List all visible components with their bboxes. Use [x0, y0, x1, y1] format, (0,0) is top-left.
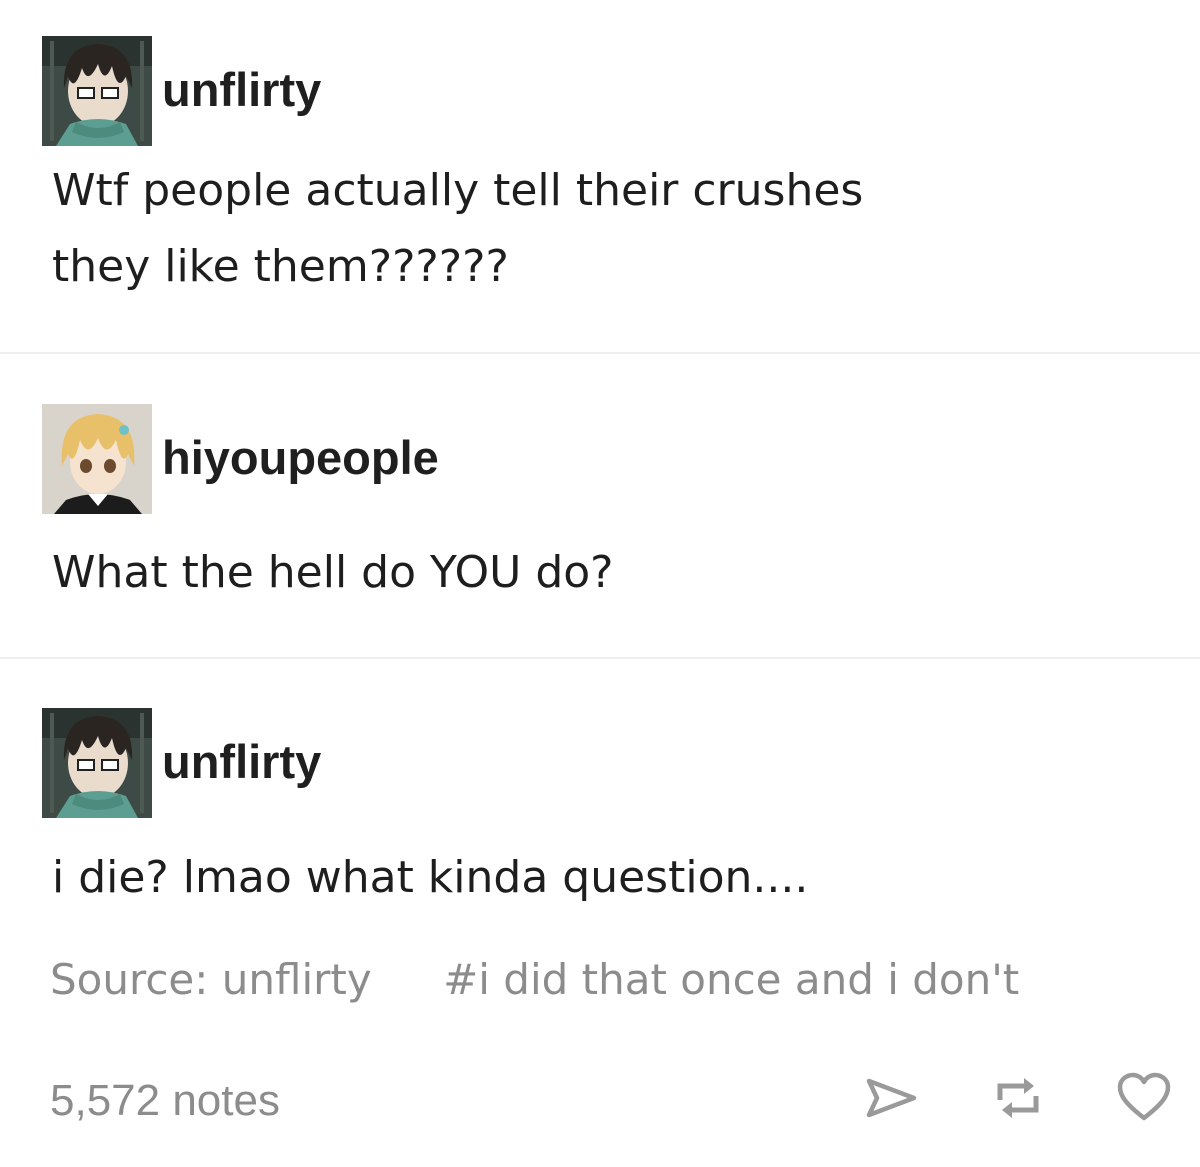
post-text: What the hell do YOU do?: [52, 535, 614, 611]
username[interactable]: hiyoupeople: [162, 434, 439, 481]
source-link[interactable]: Source: unflirty: [50, 955, 372, 1004]
reblog-icon: [997, 1078, 1039, 1118]
like-button[interactable]: [1116, 1070, 1172, 1126]
post-text: i die? lmao what kinda question....: [52, 840, 808, 916]
divider: [0, 352, 1200, 354]
blonde-anime-avatar-icon: [42, 404, 152, 514]
post-actions: [794, 1070, 1172, 1126]
source-tags-row: Source: unflirty #i did that once and i …: [50, 955, 1200, 1004]
dark-haired-anime-avatar-icon: [42, 708, 152, 818]
post-3-header: unflirty: [42, 708, 321, 818]
dark-haired-anime-avatar-icon: [42, 36, 152, 146]
heart-icon: [1117, 1072, 1171, 1121]
avatar[interactable]: [42, 404, 152, 514]
post-text-line: Wtf people actually tell their crushes: [52, 165, 864, 216]
avatar[interactable]: [42, 708, 152, 818]
post-2-header: hiyoupeople: [42, 404, 439, 514]
post-text-line: they like them??????: [52, 241, 509, 292]
post-text-line: i die? lmao what kinda question....: [52, 852, 809, 903]
post-text-line: What the hell do YOU do?: [52, 547, 614, 598]
share-icon: [866, 1078, 917, 1118]
username[interactable]: unflirty: [162, 738, 321, 785]
divider: [0, 657, 1200, 659]
post-text: Wtf people actually tell their crushes t…: [52, 153, 863, 305]
post-1-header: unflirty: [42, 36, 321, 146]
avatar[interactable]: [42, 36, 152, 146]
notes-count[interactable]: 5,572 notes: [50, 1076, 280, 1126]
tag-link[interactable]: #i did that once and i don't: [443, 955, 1019, 1004]
share-button[interactable]: [864, 1070, 920, 1126]
username[interactable]: unflirty: [162, 66, 321, 113]
reblog-button[interactable]: [990, 1070, 1046, 1126]
